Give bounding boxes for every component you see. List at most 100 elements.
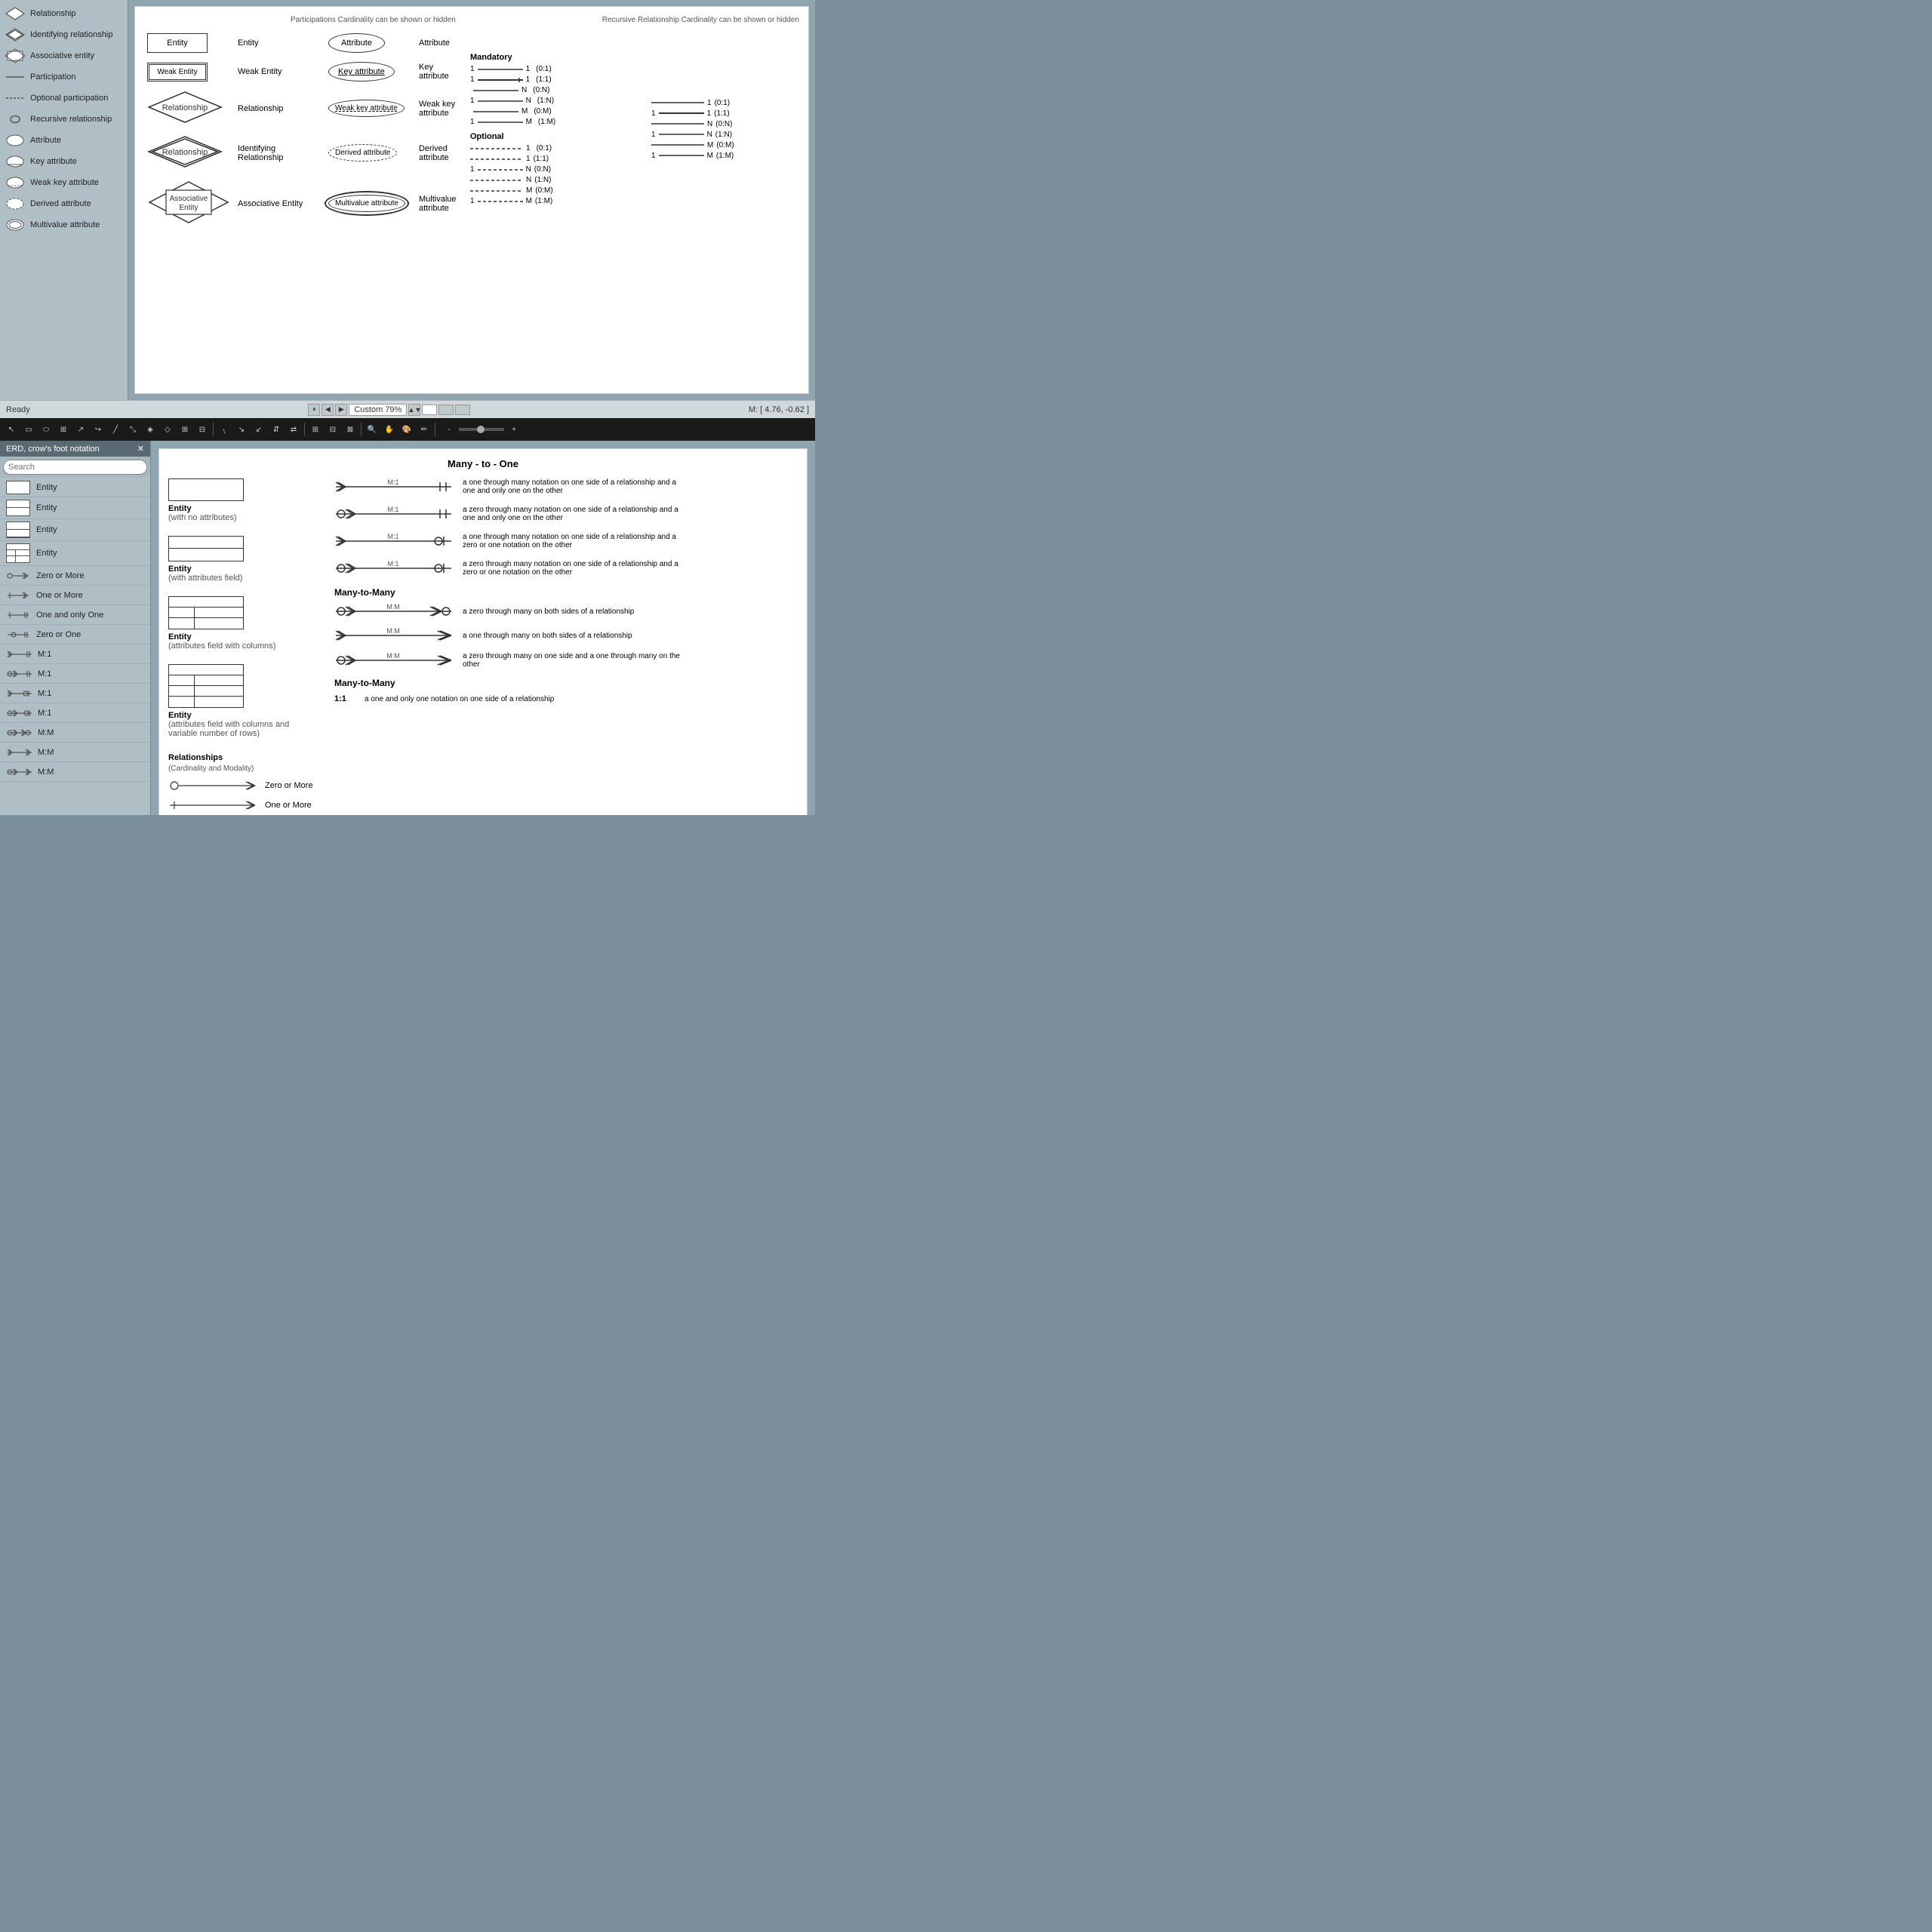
sidebar-item-attribute[interactable]: Attribute <box>0 130 128 151</box>
mm-svg-1: M:M <box>334 604 455 619</box>
page-tab-2[interactable] <box>438 405 454 415</box>
zoom-in-btn[interactable]: 🔍 <box>364 421 380 438</box>
entity-box-3 <box>168 596 244 629</box>
card-row-11: 1 1 (1:1) <box>470 75 645 84</box>
table-btn[interactable]: ⊞ <box>55 421 72 438</box>
connector-btn[interactable]: ⤡ <box>125 421 141 438</box>
sidebar-item-identifying-relationship[interactable]: Identifying relationship <box>0 24 128 45</box>
sidebar-bottom-item-m1-2[interactable]: M:1 <box>0 664 150 684</box>
svg-text:M:M: M:M <box>386 628 400 635</box>
sidebar-bottom-item-mm-1[interactable]: M:M <box>0 723 150 743</box>
sidebar-bottom-item-one-only[interactable]: One and only One <box>0 605 150 625</box>
sidebar-item-participation[interactable]: Participation <box>0 66 128 88</box>
sidebar-bottom-item-m1-4[interactable]: M:1 <box>0 703 150 723</box>
sidebar-item-relationship[interactable]: Relationship <box>0 3 128 24</box>
duplicate-btn[interactable]: ⊞ <box>177 421 193 438</box>
diagram-table: Entity Entity Attribute Attribute Mandat… <box>144 29 799 232</box>
ungroup-btn[interactable]: ⊟ <box>325 421 341 438</box>
search-input[interactable] <box>3 460 147 475</box>
sidebar-bottom-close[interactable]: ✕ <box>137 444 144 454</box>
pen-btn[interactable]: ✏ <box>416 421 432 438</box>
zero-or-more-row: Zero or More <box>168 779 319 792</box>
prev-btn[interactable]: ◀ <box>321 404 334 416</box>
weak-entity-name: Weak Entity <box>235 57 325 86</box>
svg-text:M:1: M:1 <box>387 534 398 540</box>
line-btn[interactable]: ╱ <box>107 421 124 438</box>
arrow-tool[interactable]: ↘ <box>233 421 250 438</box>
arrow-btn[interactable]: ↗ <box>72 421 89 438</box>
sidebar-bottom-item-entity4[interactable]: Entity <box>0 541 150 566</box>
sidebar-item-derived-attribute[interactable]: Derived attribute <box>0 193 128 214</box>
cf-entity-icon-3 <box>6 521 30 538</box>
card-row-1n: 1 N (1:N) <box>470 97 645 105</box>
ellipse-btn[interactable]: ⬭ <box>38 421 54 438</box>
sidebar-bottom-item-m1-1[interactable]: M:1 <box>0 645 150 664</box>
opt-card-row-1n: N (1:N) <box>470 176 645 184</box>
zoom-display[interactable]: Custom 79% <box>349 404 407 416</box>
sidebar-item-label: M:M <box>38 768 54 777</box>
pause-btn[interactable]: ⏸ <box>308 404 320 416</box>
zero-one-icon <box>6 628 30 641</box>
shape-btn[interactable]: ◈ <box>142 421 158 438</box>
sidebar-bottom-item-zero-more[interactable]: Zero or More <box>0 566 150 586</box>
line-tool[interactable]: ﹨ <box>216 421 232 438</box>
horiz-tool[interactable]: ⇄ <box>285 421 302 438</box>
pan-btn[interactable]: ✋ <box>381 421 398 438</box>
sidebar-item-key-attribute[interactable]: Key attribute <box>0 151 128 172</box>
cf-entity-icon-1 <box>6 481 30 494</box>
canvas-top: Participations Cardinality can be shown … <box>128 0 815 400</box>
next-btn[interactable]: ▶ <box>335 404 347 416</box>
rect-btn[interactable]: ▭ <box>20 421 37 438</box>
sidebar-bottom-item-m1-3[interactable]: M:1 <box>0 684 150 703</box>
sidebar-bottom-item-entity3[interactable]: Entity <box>0 519 150 541</box>
identifying-rel-shape-cell: Relationship <box>144 131 235 175</box>
sidebar-item-label: M:1 <box>38 650 51 659</box>
sidebar-item-recursive-relationship[interactable]: Recursive relationship <box>0 109 128 130</box>
cursor-btn[interactable]: ↖ <box>3 421 20 438</box>
opt-card-row-01: 1 (0:1) <box>470 144 645 152</box>
page-tab-1[interactable] <box>422 405 437 415</box>
sidebar-bottom-item-entity1[interactable]: Entity <box>0 478 150 497</box>
zoom-slider[interactable] <box>459 428 504 431</box>
diagram-main-row: Entity (with no attributes) Entity (with… <box>168 478 798 815</box>
one-or-more-row: One or More <box>168 798 319 812</box>
sidebar-bottom-item-entity2[interactable]: Entity <box>0 497 150 519</box>
vert-tool[interactable]: ⇵ <box>268 421 285 438</box>
color-btn[interactable]: 🎨 <box>398 421 415 438</box>
identifying-rel-name: Identifying Relationship <box>235 131 325 175</box>
opt-card-row-0n: 1 N (0:N) <box>470 165 645 174</box>
associative-entity-shape: Associative Entity <box>147 180 230 225</box>
relationship-shape-cell: Relationship <box>144 86 235 131</box>
group-btn[interactable]: ⊞ <box>307 421 324 438</box>
shape2-btn[interactable]: ◇ <box>159 421 176 438</box>
sidebar-bottom-item-one-more[interactable]: One or More <box>0 586 150 605</box>
sidebar-item-weak-key-attribute[interactable]: Weak key attribute <box>0 172 128 193</box>
sidebar-bottom-item-mm-3[interactable]: M:M <box>0 762 150 782</box>
zoom-out-btn[interactable]: - <box>441 421 457 438</box>
sidebar-item-label: Recursive relationship <box>30 115 112 124</box>
sidebar-item-optional-participation[interactable]: Optional participation <box>0 88 128 109</box>
one-more-line <box>168 798 259 812</box>
bend-tool[interactable]: ↙ <box>251 421 267 438</box>
card-row-1m: 1 M (1:M) <box>470 118 645 126</box>
recursive-header: Recursive Relationship Cardinality can b… <box>602 16 799 24</box>
sidebar-bottom-item-zero-one[interactable]: Zero or One <box>0 625 150 645</box>
align-btn[interactable]: ⊟ <box>194 421 211 438</box>
sidebar-item-associative-entity[interactable]: Associative entity <box>0 45 128 66</box>
toolbar-sep-2 <box>304 423 305 436</box>
entity-var-rows: Entity (attributes field with columns an… <box>168 664 319 738</box>
m1-row-4: M:1 a zero through many notation on one … <box>334 560 798 577</box>
page-tab-3[interactable] <box>455 405 470 415</box>
sidebar-top: Relationship Identifying relationship As… <box>0 0 128 400</box>
status-text: Ready <box>6 405 30 414</box>
svg-text:M:1: M:1 <box>387 506 398 513</box>
sidebar-item-multivalue-attribute[interactable]: Multivalue attribute <box>0 214 128 235</box>
multivalue-shape-cell: Multivalue attribute <box>325 175 416 232</box>
sidebar-bottom-item-mm-2[interactable]: M:M <box>0 743 150 762</box>
layer-btn[interactable]: ⊠ <box>342 421 358 438</box>
zoom-spinner[interactable]: ▲▼ <box>408 404 420 416</box>
zoom-in-btn2[interactable]: + <box>506 421 522 438</box>
m1-icon-3 <box>6 687 33 700</box>
mandatory-label: Mandatory <box>470 53 645 62</box>
curved-btn[interactable]: ↪ <box>90 421 106 438</box>
